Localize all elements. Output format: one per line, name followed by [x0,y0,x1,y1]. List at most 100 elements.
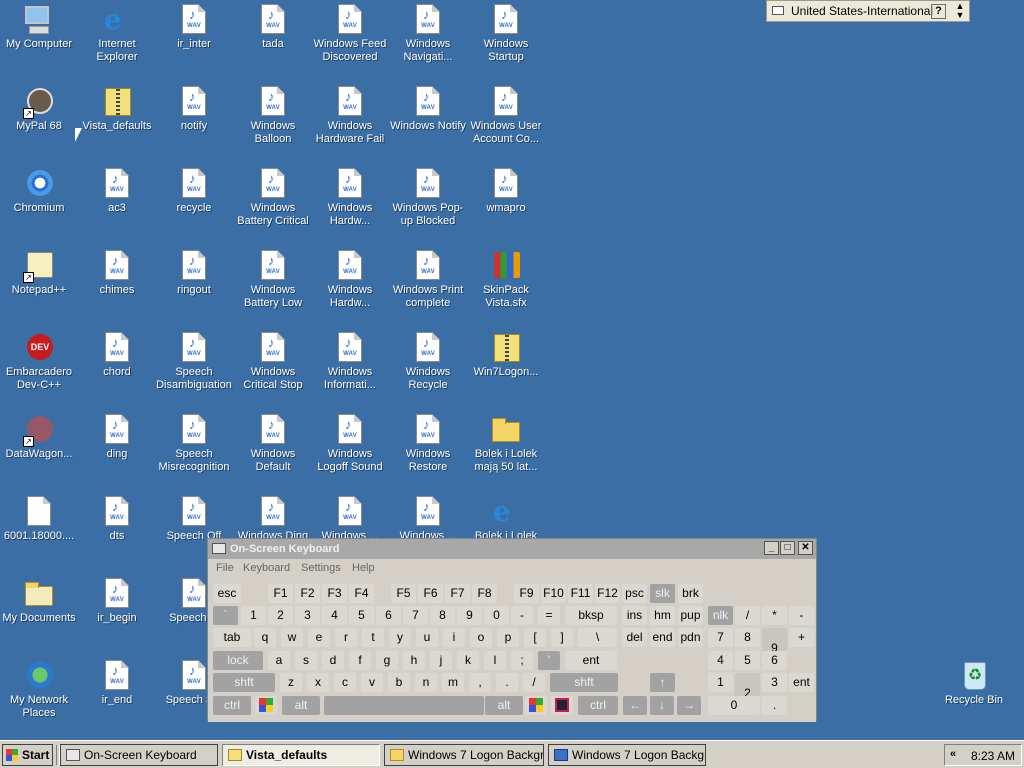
key[interactable]: + [789,628,814,647]
key[interactable]: x [307,673,329,692]
key[interactable]: b [388,673,410,692]
key[interactable]: 3 [762,673,787,692]
key[interactable]: F3 [322,584,347,603]
key[interactable]: . [762,696,787,715]
desktop-icon[interactable]: ♪ WAV ringout [155,246,233,324]
key[interactable]: ↑ [650,673,675,692]
desktop-icon[interactable]: ♪ WAV Windows Critical Stop [234,328,312,406]
menu-help[interactable]: Help [352,562,375,574]
key[interactable]: F12 [595,584,620,603]
desktop-icon[interactable]: ♪ WAV Windows Navigati... [389,0,467,78]
key[interactable]: → [677,696,701,715]
desktop-icon[interactable]: ♪ WAV Windows User Account Co... [467,82,545,160]
desktop-icon[interactable]: ♪ WAV Windows Informati... [311,328,389,406]
desktop-icon[interactable]: ♪ WAV chord [78,328,156,406]
desktop-icon[interactable]: SkinPack Vista.sfx [467,246,545,324]
key[interactable]: i [443,628,465,647]
desktop-icon[interactable]: ♪ WAV ir_end [78,656,156,734]
key[interactable]: . [496,673,518,692]
desktop-icon[interactable]: ♪ WAV notify [155,82,233,160]
task-windows-7-logon-folder[interactable]: Windows 7 Logon Backgr... [384,744,544,766]
desktop-icon[interactable]: ♪ WAV Windows Default [234,410,312,488]
key[interactable]: n [415,673,437,692]
key[interactable]: k [457,651,479,670]
key[interactable]: ent [789,673,814,692]
key[interactable]: p [497,628,519,647]
key[interactable]: e [308,628,330,647]
desktop-icon[interactable]: ♪ WAV Windows Recycle [389,328,467,406]
key[interactable]: ` [213,606,238,625]
key[interactable]: 4 [322,606,347,625]
key[interactable]: pdn [678,628,703,647]
key[interactable]: y [389,628,411,647]
key[interactable]: 7 [708,628,733,647]
key[interactable]: r [335,628,357,647]
menu-file[interactable]: File [216,562,234,574]
desktop-icon[interactable]: ♪ WAV Speech Misrecognition [155,410,233,488]
desktop-icon[interactable]: ♪ WAV Windows Hardw... [311,164,389,242]
key[interactable]: alt [282,696,320,715]
key[interactable]: a [268,651,290,670]
key[interactable]: / [735,606,760,625]
desktop-icon[interactable]: ♪ WAV Windows Hardw... [311,246,389,324]
key[interactable]: F6 [418,584,443,603]
key[interactable]: alt [485,696,523,715]
desktop-icon[interactable]: My Documents [0,574,78,652]
desktop-icon[interactable]: Win7Logon... [467,328,545,406]
task-on-screen-keyboard[interactable]: On-Screen Keyboard [60,744,218,766]
key[interactable]: 5 [349,606,374,625]
key[interactable]: ] [551,628,573,647]
key[interactable]: 6 [762,651,787,670]
key[interactable]: s [295,651,317,670]
key[interactable]: g [376,651,398,670]
key[interactable]: ' [538,651,560,670]
desktop-icon[interactable]: Vista_defaults [78,82,156,160]
key[interactable]: 4 [708,651,733,670]
key[interactable]: j [430,651,452,670]
menu-settings[interactable]: Settings [301,562,341,574]
desktop-icon[interactable]: ↗ Notepad++ [0,246,78,324]
key[interactable]: ctrl [213,696,251,715]
windows-key-icon[interactable] [525,696,547,715]
desktop-icon[interactable]: 6001.18000.... [0,492,78,570]
key[interactable]: 0 [484,606,509,625]
language-label[interactable]: United States-International [791,4,933,18]
desktop-icon[interactable]: ↗ DataWagon... [0,410,78,488]
key[interactable]: F8 [472,584,497,603]
key[interactable]: - [511,606,533,625]
key[interactable]: * [762,606,787,625]
desktop-icon[interactable]: ♪ WAV Windows Startup [467,0,545,78]
key[interactable]: F10 [541,584,566,603]
key[interactable]: l [484,651,506,670]
key[interactable]: w [281,628,303,647]
key[interactable]: t [362,628,384,647]
key[interactable]: m [442,673,464,692]
key[interactable]: tab [213,628,251,647]
key[interactable]: ctrl [578,696,618,715]
key[interactable]: F4 [349,584,374,603]
key[interactable]: d [322,651,344,670]
desktop-icon[interactable]: ♪ WAV Windows Pop-up Blocked [389,164,467,242]
close-button[interactable]: ✕ [798,541,813,555]
desktop-icon[interactable]: ♪ WAV Windows Print complete [389,246,467,324]
desktop-icon[interactable]: ♪ WAV ac3 [78,164,156,242]
key[interactable]: psc [622,584,647,603]
key[interactable]: \ [578,628,617,647]
desktop-icon[interactable]: ♪ WAV Windows Balloon [234,82,312,160]
desktop-icon[interactable]: ♪ WAV Windows Battery Critical [234,164,312,242]
key[interactable]: ↓ [650,696,674,715]
desktop-icon[interactable]: ♪ WAV Windows Battery Low [234,246,312,324]
show-hidden-icons-button[interactable]: « [950,748,956,760]
desktop-icon[interactable]: ♪ WAV ir_begin [78,574,156,652]
key[interactable]: end [650,628,675,647]
menu-key-icon[interactable] [551,696,573,715]
key[interactable]: f [349,651,371,670]
key[interactable]: v [361,673,383,692]
desktop-icon[interactable]: ♪ WAV tada [234,0,312,78]
desktop-icon[interactable]: My Computer [0,0,78,78]
title-bar[interactable]: On-Screen Keyboard _ □ ✕ [208,539,816,559]
task-windows-7-logon-app[interactable]: Windows 7 Logon Backgr... [548,744,706,766]
key[interactable]: 3 [295,606,320,625]
help-icon[interactable]: ? [931,4,946,19]
key[interactable]: h [403,651,425,670]
